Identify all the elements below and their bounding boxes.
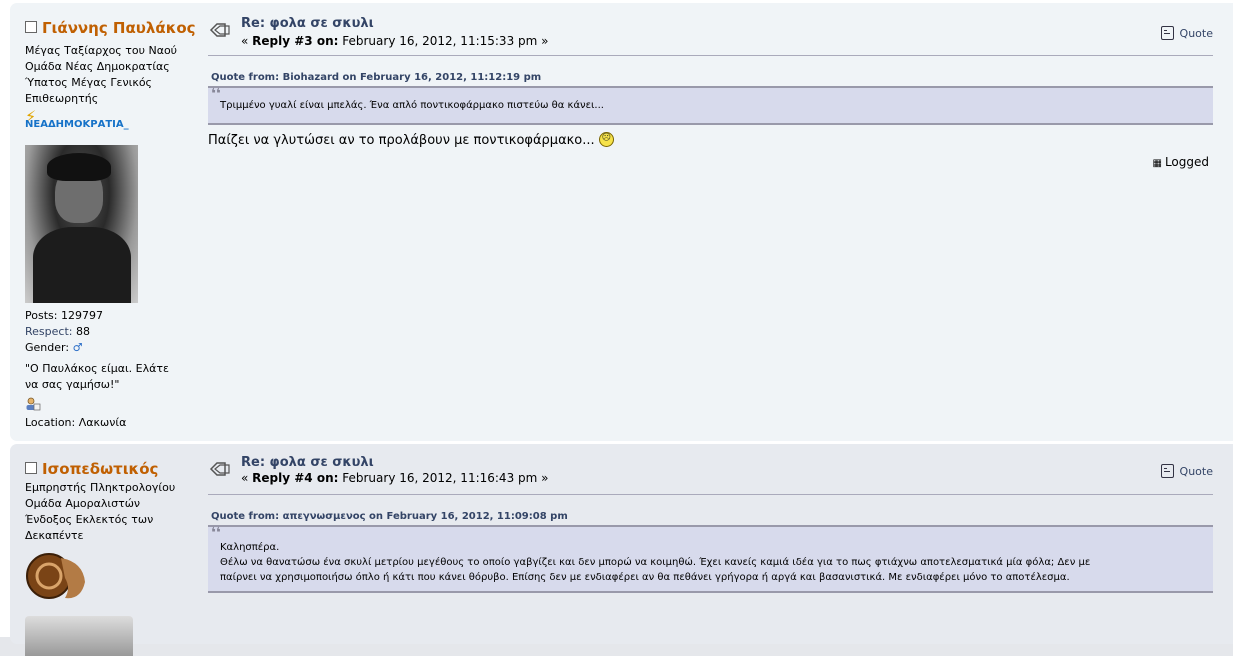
quote-icon bbox=[1160, 26, 1174, 40]
avatar bbox=[25, 616, 133, 656]
offline-status-icon bbox=[25, 461, 37, 474]
member-rank-cont: Δεκαπέντε bbox=[25, 529, 84, 542]
quote-header[interactable]: Quote from: Biohazard on February 16, 20… bbox=[211, 72, 541, 83]
avatar bbox=[25, 145, 138, 303]
post-icon bbox=[209, 23, 230, 37]
quote-block: ❛❛ Τριμμένο γυαλί είναι μπελάς. Ένα απλό… bbox=[208, 86, 1213, 125]
gender: Gender: ♂ bbox=[25, 341, 83, 354]
post-body: Παίζει να γλυτώσει αν το προλάβουν με πο… bbox=[208, 132, 614, 148]
post-subject[interactable]: Re: φολα σε σκυλι bbox=[241, 16, 374, 31]
divider bbox=[208, 55, 1213, 56]
logged-status: ▦ Logged bbox=[1152, 155, 1209, 169]
quote-block: ❛❛ Καλησπέρα. Θέλω να θανατώσω ένα σκυλί… bbox=[208, 525, 1213, 593]
post-icon bbox=[209, 462, 230, 476]
quote-text: Τριμμένο γυαλί είναι μπελάς. Ένα απλό πο… bbox=[220, 100, 604, 111]
offline-status-icon bbox=[25, 20, 37, 33]
quote-mark-icon: ❛❛ bbox=[211, 525, 221, 541]
member-rank-cont: Επιθεωρητής bbox=[25, 92, 99, 105]
reply-info: « Reply #4 on: February 16, 2012, 11:16:… bbox=[241, 471, 549, 485]
quote-mark-icon: ❛❛ bbox=[211, 86, 221, 102]
poster-info: Εμπρηστής Πληκτρολογίου Ομάδα Αμοραλιστώ… bbox=[25, 480, 200, 544]
poster-stats: Posts: 129797 Respect: 88 Gender: ♂ "Ο Π… bbox=[25, 308, 200, 393]
divider bbox=[208, 494, 1213, 495]
post-count: Posts: 129797 bbox=[25, 309, 103, 322]
member-rank: Ένδοξος Εκλεκτός των bbox=[25, 513, 154, 526]
post-subject[interactable]: Re: φολα σε σκυλι bbox=[241, 455, 374, 470]
group-badge-icon bbox=[26, 553, 85, 599]
quote-button[interactable]: Quote bbox=[1160, 464, 1213, 479]
poster-name[interactable]: Ισοπεδωτικός bbox=[25, 460, 158, 478]
male-icon: ♂ bbox=[72, 341, 83, 354]
forum-page: Γιάννης Παυλάκος Μέγας Ταξίαρχος του Ναο… bbox=[0, 0, 1233, 656]
member-title: Μέγας Ταξίαρχος του Ναού bbox=[25, 44, 178, 57]
reply-info: « Reply #3 on: February 16, 2012, 11:15:… bbox=[241, 34, 549, 48]
member-group: Ομάδα Νέας Δημοκρατίας bbox=[25, 60, 170, 73]
member-rank: Ύπατος Μέγας Γενικός bbox=[25, 76, 153, 89]
forum-post: Ισοπεδωτικός Εμπρηστής Πληκτρολογίου Ομά… bbox=[10, 444, 1233, 656]
member-group: Ομάδα Αμοραλιστών bbox=[25, 497, 141, 510]
quote-button[interactable]: Quote bbox=[1160, 26, 1213, 41]
quote-line: Θέλω να θανατώσω ένα σκυλί μετρίου μεγέθ… bbox=[220, 557, 1091, 568]
quote-icon bbox=[1160, 464, 1174, 478]
logged-icon: ▦ bbox=[1152, 158, 1162, 169]
smiley-icon: ☹ bbox=[598, 132, 614, 147]
party-logo: ⚡ ΝΕΑΔΗΜΟΚΡΑΤΙΑ_ bbox=[25, 107, 129, 130]
member-title: Εμπρηστής Πληκτρολογίου bbox=[25, 481, 176, 494]
respect-link[interactable]: Respect: bbox=[25, 325, 72, 338]
forum-post: Γιάννης Παυλάκος Μέγας Ταξίαρχος του Ναο… bbox=[10, 3, 1233, 441]
respect: Respect: 88 bbox=[25, 325, 90, 338]
poster-name[interactable]: Γιάννης Παυλάκος bbox=[25, 19, 196, 37]
poster-info: Μέγας Ταξίαρχος του Ναού Ομάδα Νέας Δημο… bbox=[25, 43, 200, 107]
signature: "Ο Παυλάκος είμαι. Ελάτε να σας γαμήσω!" bbox=[25, 362, 169, 391]
logo-text: ΝΕΑΔΗΜΟΚΡΑΤΙΑ_ bbox=[25, 119, 129, 130]
quote-line: παίρνει να χρησιμοποιήσω όπλο ή κάτι που… bbox=[220, 572, 1070, 583]
quote-header[interactable]: Quote from: απεγνωσμενος on February 16,… bbox=[211, 511, 568, 522]
location: Location: Λακωνία bbox=[25, 416, 127, 429]
profile-icon[interactable] bbox=[25, 397, 41, 411]
quote-line: Καλησπέρα. bbox=[220, 542, 280, 553]
